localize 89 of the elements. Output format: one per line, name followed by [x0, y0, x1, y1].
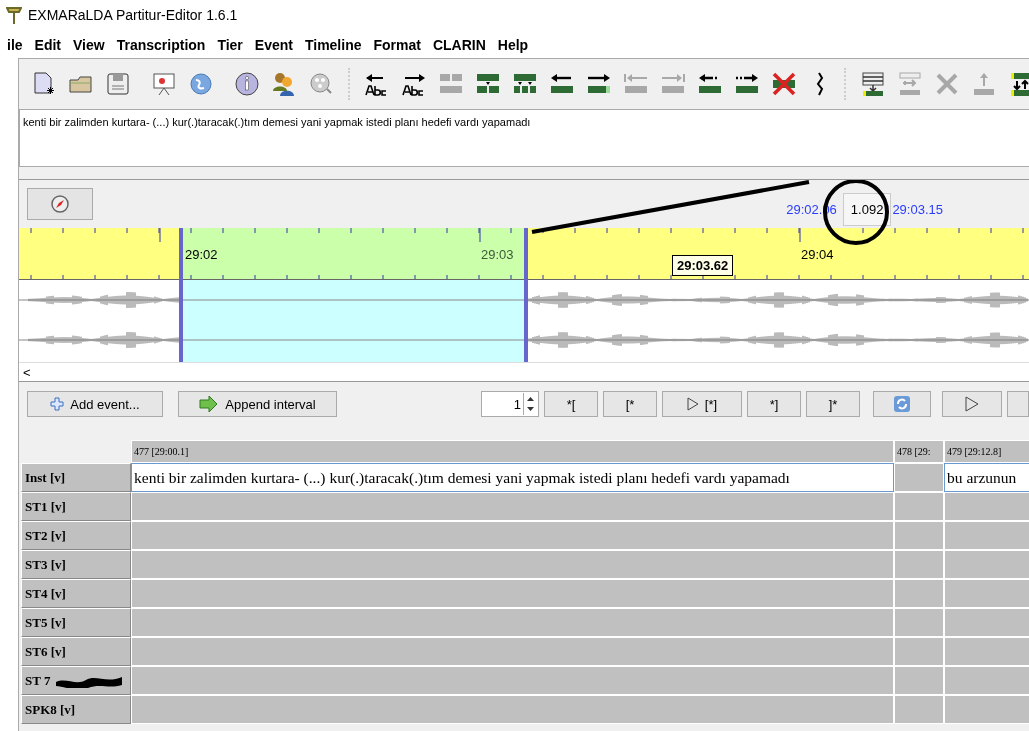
save-icon[interactable]: [105, 71, 131, 97]
event-cell[interactable]: [131, 492, 894, 521]
event-cell[interactable]: [131, 695, 894, 724]
menu-item[interactable]: Event: [253, 35, 294, 55]
event-cell[interactable]: [894, 463, 944, 492]
insert-row-icon[interactable]: [860, 71, 886, 97]
event-cell[interactable]: [131, 550, 894, 579]
event-cell[interactable]: [894, 608, 944, 637]
mark-button[interactable]: ]*: [806, 391, 860, 417]
compass-icon: [50, 194, 70, 214]
event-cell[interactable]: [944, 579, 1029, 608]
event-cell[interactable]: kenti bir zalimden kurtara- (...) kur(.)taracak(.)tım demesi yani yapmak istedi planı hedefi vardı yapamadı: [131, 463, 894, 492]
tier-label[interactable]: ST5 [v]: [21, 608, 131, 637]
mark-button[interactable]: *]: [747, 391, 801, 417]
new-document-icon[interactable]: [31, 71, 57, 97]
column-header: 477 [29:00.1]: [131, 440, 894, 463]
time-tooltip: 29:03.62: [672, 255, 734, 276]
event-cell[interactable]: [894, 521, 944, 550]
count-spinner[interactable]: 1: [481, 391, 539, 417]
menu-item[interactable]: View: [72, 35, 106, 55]
move-up-icon[interactable]: [971, 71, 997, 97]
ruler-label: 29:04: [801, 247, 834, 262]
button[interactable]: [1007, 391, 1029, 417]
tier-label[interactable]: Inst [v]: [21, 463, 131, 492]
event-cell[interactable]: [131, 666, 894, 695]
window-title: EXMARaLDA Partitur-Editor 1.6.1: [28, 7, 238, 23]
menu-item[interactable]: CLARIN: [431, 35, 487, 55]
event-cell[interactable]: [944, 666, 1029, 695]
event-cell[interactable]: [944, 521, 1029, 550]
delete-icon[interactable]: [771, 71, 797, 97]
app-icon: [6, 6, 22, 24]
mark-button[interactable]: *[: [544, 391, 598, 417]
menu-item[interactable]: Format: [372, 35, 422, 55]
play-icon: [965, 396, 979, 412]
add-event-button[interactable]: Add event...: [27, 391, 163, 417]
event-cell[interactable]: [944, 608, 1029, 637]
event-cell[interactable]: [894, 695, 944, 724]
menu-item[interactable]: ile: [6, 35, 24, 55]
event-cell[interactable]: [944, 492, 1029, 521]
menu-item[interactable]: Tier: [216, 35, 244, 55]
event-cell[interactable]: [894, 550, 944, 579]
append-interval-button[interactable]: Append interval: [178, 391, 337, 417]
tier-label[interactable]: ST 7: [21, 666, 131, 695]
tier-label[interactable]: ST3 [v]: [21, 550, 131, 579]
navigate-button[interactable]: [27, 188, 93, 220]
play-button[interactable]: [942, 391, 1002, 417]
event-cell[interactable]: [131, 608, 894, 637]
event-cell[interactable]: [131, 579, 894, 608]
ruler-label: 29:02: [185, 247, 218, 262]
text-arrow-right-icon[interactable]: [401, 71, 427, 97]
globe-icon[interactable]: [188, 71, 214, 97]
column-header: 478 [29:: [894, 440, 944, 463]
plus-icon: [50, 397, 65, 411]
transcript-text-area[interactable]: kenti bir zalimden kurtara- (...) kur(.)taracak(.)tım demesi yani yapmak istedi planı hedefi vardı yapamadı: [19, 109, 1029, 167]
end-time: 29:03.15: [892, 201, 943, 217]
presentation-icon[interactable]: [151, 71, 177, 97]
mark-button[interactable]: [*]: [662, 391, 742, 417]
event-cell[interactable]: [944, 637, 1029, 666]
info-icon[interactable]: [234, 71, 260, 97]
menu-item[interactable]: Transcription: [115, 35, 207, 55]
event-cell[interactable]: [894, 579, 944, 608]
event-cell[interactable]: [944, 550, 1029, 579]
event-cell[interactable]: [894, 666, 944, 695]
refresh-button[interactable]: [873, 391, 931, 417]
play-icon: [686, 397, 699, 411]
swap-rows-icon[interactable]: [1008, 71, 1029, 97]
ruler-label: 29:03: [481, 247, 514, 262]
refresh-icon: [893, 395, 911, 413]
arrow-right-icon: [199, 395, 220, 413]
column-header: 479 [29:12.8]: [944, 440, 1029, 463]
users-icon[interactable]: [271, 71, 297, 97]
event-cell[interactable]: [131, 521, 894, 550]
mark-button[interactable]: [*: [603, 391, 657, 417]
scroll-left-arrow[interactable]: <: [23, 364, 31, 380]
tier-label[interactable]: SPK8 [v]: [21, 695, 131, 724]
duration-field: 1.092: [842, 192, 892, 226]
event-cell[interactable]: [944, 695, 1029, 724]
menu-item[interactable]: Edit: [33, 35, 63, 55]
menu-item[interactable]: Timeline: [303, 35, 363, 55]
event-cell[interactable]: [894, 637, 944, 666]
menu-item[interactable]: Help: [496, 35, 530, 55]
remove-icon[interactable]: [934, 71, 960, 97]
tier-label[interactable]: ST6 [v]: [21, 637, 131, 666]
event-cell[interactable]: bu arzunun: [944, 463, 1029, 492]
tier-label[interactable]: ST1 [v]: [21, 492, 131, 521]
tier-label[interactable]: ST4 [v]: [21, 579, 131, 608]
event-cell[interactable]: [894, 492, 944, 521]
tier-label[interactable]: ST2 [v]: [21, 521, 131, 550]
event-cell[interactable]: [131, 637, 894, 666]
